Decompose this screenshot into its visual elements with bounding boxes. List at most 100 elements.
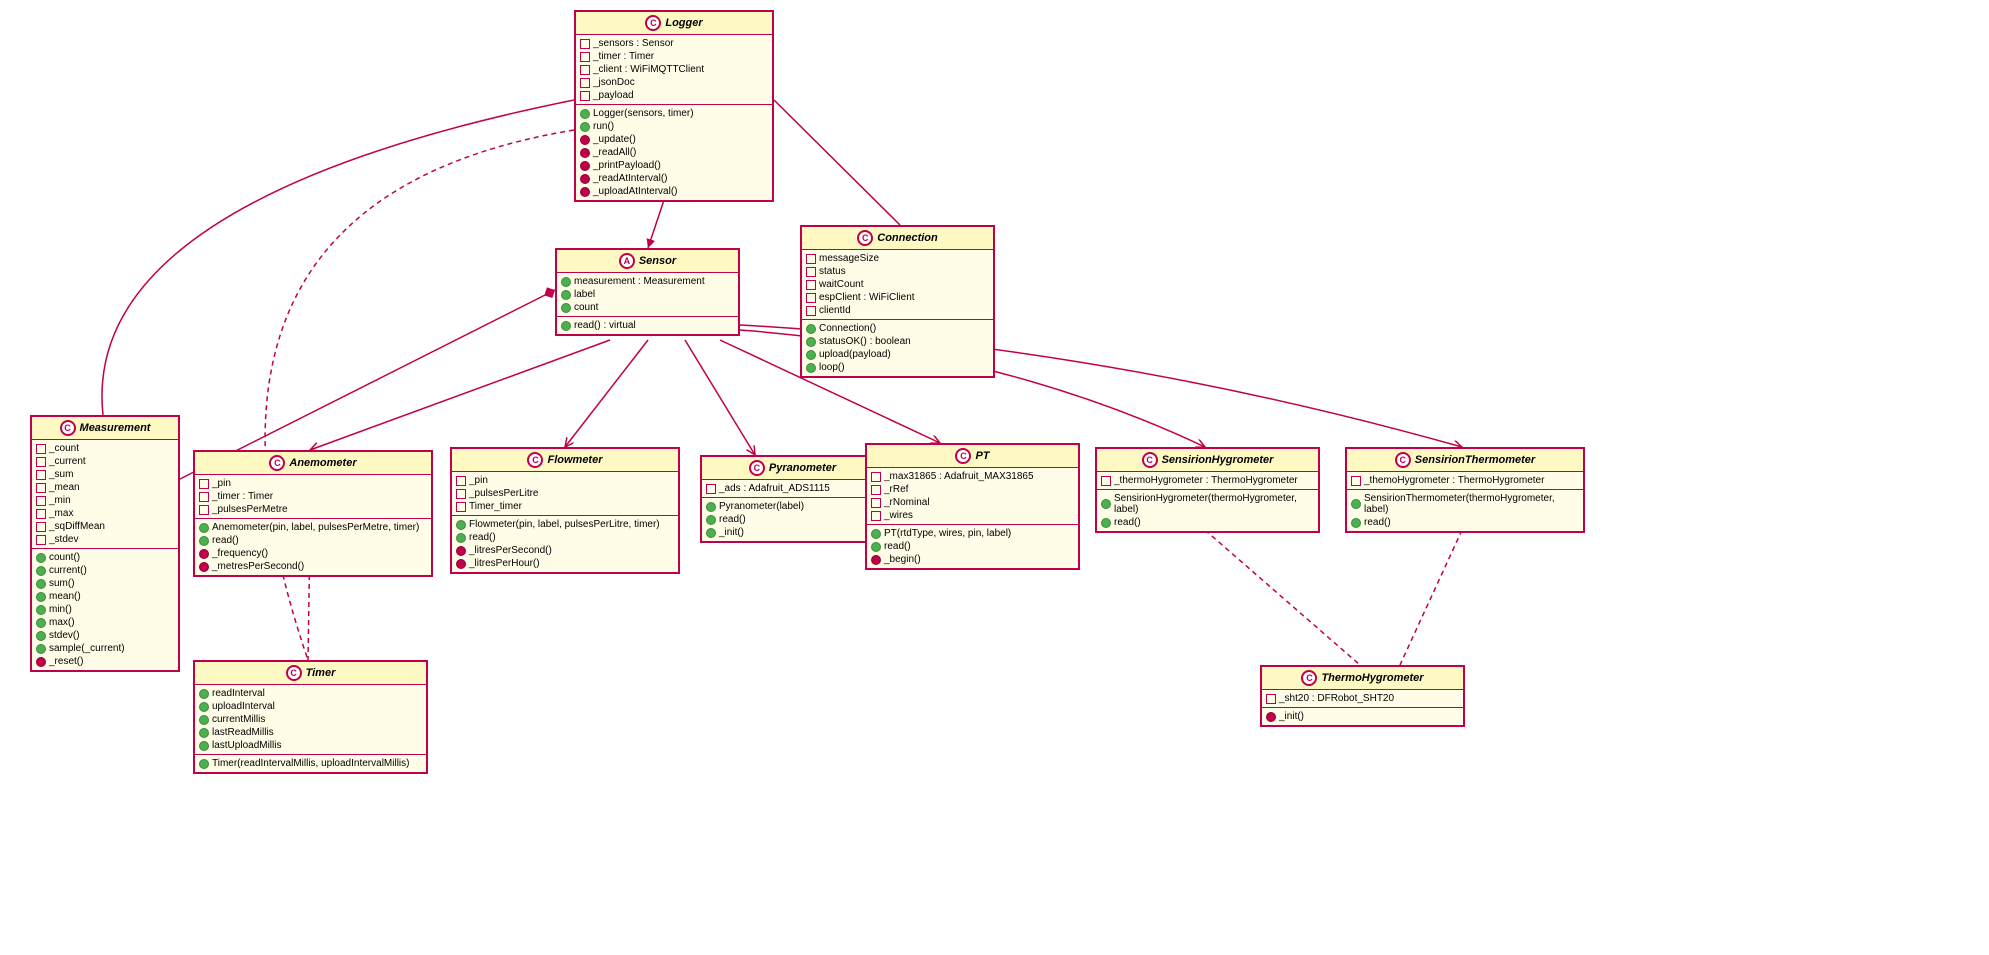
attr-mean-m: _mean: [36, 481, 174, 494]
stereotype-c-sthermo: C: [1395, 452, 1411, 468]
attr-thermohygro-st: _themoHygrometer : ThermoHygrometer: [1351, 474, 1579, 487]
method-flow-ctor: Flowmeter(pin, label, pulsesPerLitre, ti…: [456, 518, 674, 531]
class-measurement-header: C Measurement: [32, 417, 178, 440]
class-pt: C PT _max31865 : Adafruit_MAX31865 _rRef…: [865, 443, 1080, 570]
attr-lastuploadmillis-t: lastUploadMillis: [199, 739, 422, 752]
class-pyranometer-attrs: _ads : Adafruit_ADS1115: [702, 480, 883, 498]
class-pt-name: PT: [975, 450, 989, 462]
class-sensirion-thermo-header: C SensirionThermometer: [1347, 449, 1583, 472]
class-thermohygrometer-header: C ThermoHygrometer: [1262, 667, 1463, 690]
attr-readinterval-t: readInterval: [199, 687, 422, 700]
class-anemometer: C Anemometer _pin _timer : Timer _pulses…: [193, 450, 433, 577]
class-sensor-methods: read() : virtual: [557, 317, 738, 334]
class-sensirion-thermo-attrs: _themoHygrometer : ThermoHygrometer: [1347, 472, 1583, 490]
class-measurement-attrs: _count _current _sum _mean _min _max _sq…: [32, 440, 178, 549]
method-run: run(): [580, 120, 768, 133]
attr-count-m: _count: [36, 442, 174, 455]
class-timer-header: C Timer: [195, 662, 426, 685]
stereotype-c-conn: C: [857, 230, 873, 246]
class-pt-attrs: _max31865 : Adafruit_MAX31865 _rRef _rNo…: [867, 468, 1078, 525]
method-metrespersec-a: _metresPerSecond(): [199, 560, 427, 573]
class-pyranometer-header: C Pyranometer: [702, 457, 883, 480]
class-sensirion-hygro: C SensirionHygrometer _thermoHygrometer …: [1095, 447, 1320, 533]
method-connection-ctor: Connection(): [806, 322, 989, 335]
method-read-pt: read(): [871, 540, 1074, 553]
class-pyranometer-methods: Pyranometer(label) read() _init(): [702, 498, 883, 541]
method-reset-m: _reset(): [36, 655, 174, 668]
attr-status: status: [806, 265, 989, 278]
class-flowmeter-header: C Flowmeter: [452, 449, 678, 472]
attr-rnominal-pt: _rNominal: [871, 496, 1074, 509]
attr-currentmillis-t: currentMillis: [199, 713, 422, 726]
class-pt-header: C PT: [867, 445, 1078, 468]
class-flowmeter: C Flowmeter _pin _pulsesPerLitre Timer_t…: [450, 447, 680, 574]
attr-espclient: espClient : WiFiClient: [806, 291, 989, 304]
class-thermohygrometer: C ThermoHygrometer _sht20 : DFRobot_SHT2…: [1260, 665, 1465, 727]
method-pyran-ctor: Pyranometer(label): [706, 500, 879, 513]
attr-waitcount: waitCount: [806, 278, 989, 291]
method-freq-a: _frequency(): [199, 547, 427, 560]
method-statusok: statusOK() : boolean: [806, 335, 989, 348]
attr-timer-a: _timer : Timer: [199, 490, 427, 503]
attr-min-m: _min: [36, 494, 174, 507]
attr-rref-pt: _rRef: [871, 483, 1074, 496]
class-sensirion-hygro-methods: SensirionHygrometer(thermoHygrometer, la…: [1097, 490, 1318, 531]
class-sensor-name: Sensor: [639, 255, 676, 267]
stereotype-c-pyran: C: [749, 460, 765, 476]
stereotype-c-thermo: C: [1301, 670, 1317, 686]
attr-pulsespermetre-a: _pulsesPerMetre: [199, 503, 427, 516]
method-upload: upload(payload): [806, 348, 989, 361]
class-anemometer-methods: Anemometer(pin, label, pulsesPerMetre, t…: [195, 519, 431, 575]
class-sensor-attrs: measurement : Measurement label count: [557, 273, 738, 317]
method-init-th: _init(): [1266, 710, 1459, 723]
stereotype-c-flow: C: [527, 452, 543, 468]
class-sensirion-hygro-attrs: _thermoHygrometer : ThermoHygrometer: [1097, 472, 1318, 490]
attr-timer: _timer : Timer: [580, 50, 768, 63]
method-current-m: current(): [36, 564, 174, 577]
attr-count: count: [561, 301, 734, 314]
attr-sensors: _sensors : Sensor: [580, 37, 768, 50]
attr-lastreadmillis-t: lastReadMillis: [199, 726, 422, 739]
class-logger: C Logger _sensors : Sensor _timer : Time…: [574, 10, 774, 202]
attr-client: _client : WiFiMQTTClient: [580, 63, 768, 76]
class-measurement-methods: count() current() sum() mean() min() max…: [32, 549, 178, 670]
class-timer: C Timer readInterval uploadInterval curr…: [193, 660, 428, 774]
stereotype-c-pt: C: [955, 448, 971, 464]
method-stdev-m: stdev(): [36, 629, 174, 642]
class-timer-name: Timer: [306, 667, 336, 679]
attr-sqdiff-m: _sqDiffMean: [36, 520, 174, 533]
attr-ads-p: _ads : Adafruit_ADS1115: [706, 482, 879, 495]
class-logger-attrs: _sensors : Sensor _timer : Timer _client…: [576, 35, 772, 105]
attr-max-m: _max: [36, 507, 174, 520]
class-sensirion-hygro-name: SensirionHygrometer: [1162, 454, 1274, 466]
class-connection-methods: Connection() statusOK() : boolean upload…: [802, 320, 993, 376]
class-thermohygrometer-attrs: _sht20 : DFRobot_SHT20: [1262, 690, 1463, 708]
class-pyranometer: C Pyranometer _ads : Adafruit_ADS1115 Py…: [700, 455, 885, 543]
stereotype-c-timer: C: [286, 665, 302, 681]
attr-jsondoc: _jsonDoc: [580, 76, 768, 89]
method-readall: _readAll(): [580, 146, 768, 159]
attr-clientid: clientId: [806, 304, 989, 317]
class-anemometer-attrs: _pin _timer : Timer _pulsesPerMetre: [195, 475, 431, 519]
class-connection-attrs: messageSize status waitCount espClient :…: [802, 250, 993, 320]
class-sensirion-thermo-methods: SensirionThermometer(thermoHygrometer, l…: [1347, 490, 1583, 531]
method-readatinterval: _readAtInterval(): [580, 172, 768, 185]
attr-max31865-pt: _max31865 : Adafruit_MAX31865: [871, 470, 1074, 483]
attr-thermohygro-sh: _thermoHygrometer : ThermoHygrometer: [1101, 474, 1314, 487]
class-sensirion-hygro-header: C SensirionHygrometer: [1097, 449, 1318, 472]
attr-current-m: _current: [36, 455, 174, 468]
method-count-m: count(): [36, 551, 174, 564]
stereotype-c-shygro: C: [1142, 452, 1158, 468]
method-read-f: read(): [456, 531, 674, 544]
method-update: _update(): [580, 133, 768, 146]
method-pt-ctor: PT(rtdType, wires, pin, label): [871, 527, 1074, 540]
method-begin-pt: _begin(): [871, 553, 1074, 566]
method-init-p: _init(): [706, 526, 879, 539]
attr-sum-m: _sum: [36, 468, 174, 481]
method-litresperhour-f: _litresPerHour(): [456, 557, 674, 570]
class-anemometer-name: Anemometer: [289, 457, 356, 469]
class-sensirion-thermo: C SensirionThermometer _themoHygrometer …: [1345, 447, 1585, 533]
method-mean-m: mean(): [36, 590, 174, 603]
stereotype-c-meas: C: [60, 420, 76, 436]
method-sensirionhygro-ctor: SensirionHygrometer(thermoHygrometer, la…: [1101, 492, 1314, 516]
